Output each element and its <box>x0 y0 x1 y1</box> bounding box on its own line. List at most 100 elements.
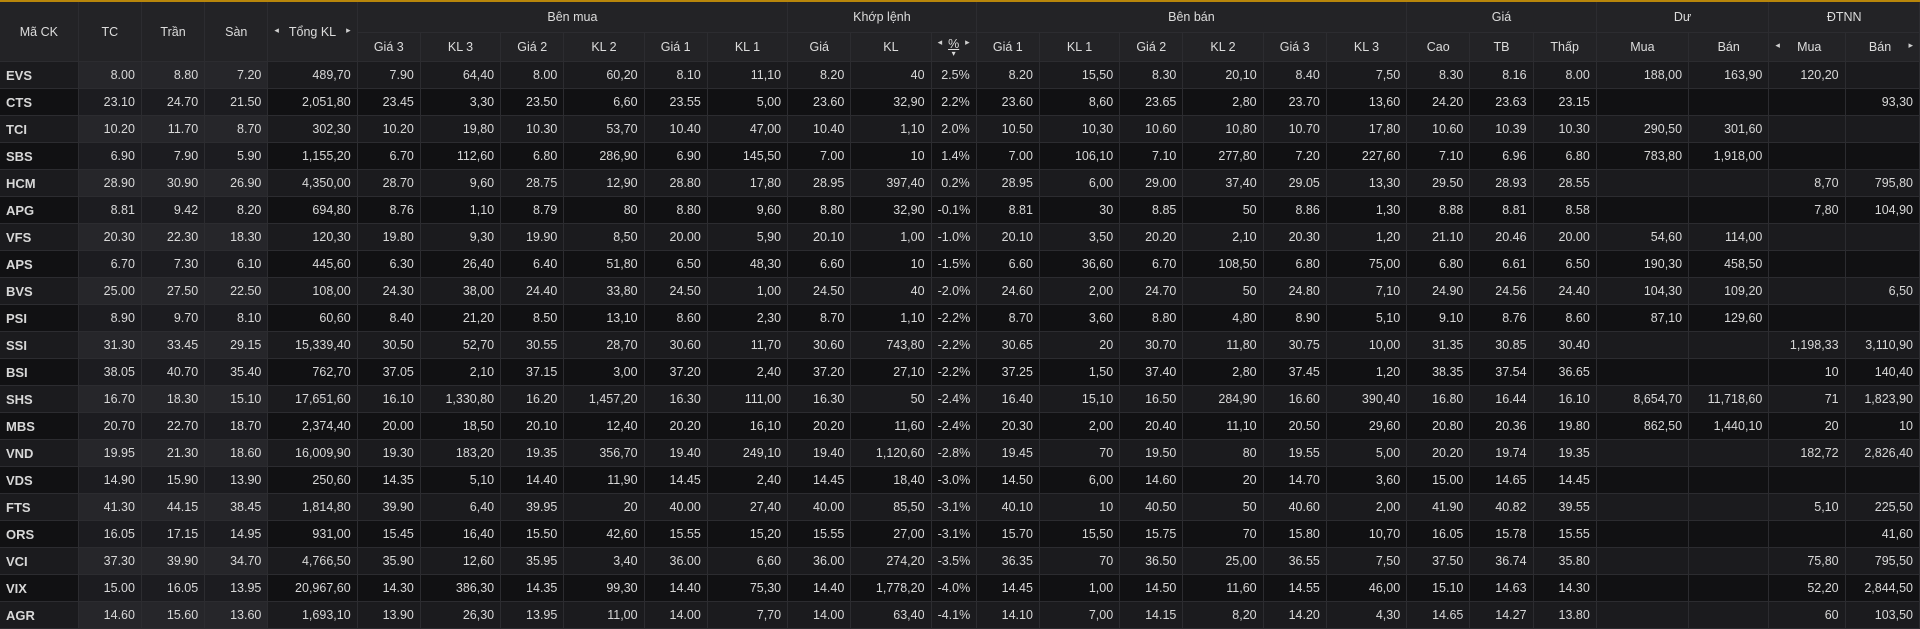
cell-symbol[interactable]: BVS <box>0 277 79 305</box>
cell-high-price: 37.50 <box>1406 547 1471 575</box>
cell-buy-vol-1: 111,00 <box>707 385 789 413</box>
arrow-left-icon[interactable]: ◂ <box>938 37 943 48</box>
cell-symbol[interactable]: EVS <box>0 61 79 89</box>
cell-total-volume: 4,766,50 <box>267 547 358 575</box>
cell-sell-vol-2: 50 <box>1182 277 1264 305</box>
cell-symbol[interactable]: APG <box>0 196 79 224</box>
cell-symbol[interactable]: PSI <box>0 304 79 332</box>
col-sell-vol-3[interactable]: KL 3 <box>1326 32 1408 62</box>
col-buy-vol-1[interactable]: KL 1 <box>707 32 789 62</box>
col-average[interactable]: TB <box>1469 32 1534 62</box>
col-ceil[interactable]: Trần <box>141 0 206 62</box>
table-row[interactable]: VFS 20.30 22.30 18.30 120,30 19.80 9,30 19.90 8,… <box>0 223 1920 251</box>
cell-total-volume: 445,60 <box>267 250 358 278</box>
table-row[interactable]: TCI 10.20 11.70 8.70 302,30 10.20 19,80 10.30 53… <box>0 115 1920 143</box>
table-row[interactable]: PSI 8.90 9.70 8.10 60,60 8.40 21,20 8.50 13,10 8.… <box>0 304 1920 332</box>
arrow-right-icon[interactable]: ▸ <box>346 25 351 36</box>
cell-symbol[interactable]: VND <box>0 439 79 467</box>
col-buy-vol-3[interactable]: KL 3 <box>420 32 502 62</box>
cell-total-volume: 16,009,90 <box>267 439 358 467</box>
cell-symbol[interactable]: CTS <box>0 88 79 116</box>
arrow-left-icon[interactable]: ◂ <box>274 25 279 36</box>
cell-symbol[interactable]: APS <box>0 250 79 278</box>
cell-sell-price-3: 6.80 <box>1263 250 1327 278</box>
col-remain-sell[interactable]: Bán <box>1688 32 1770 62</box>
table-row[interactable]: SBS 6.90 7.90 5.90 1,155,20 6.70 112,60 6.80 286… <box>0 142 1920 170</box>
cell-sell-price-1: 8.20 <box>976 61 1040 89</box>
table-row[interactable]: APG 8.81 9.42 8.20 694,80 8.76 1,10 8.79 80 8.80 9… <box>0 196 1920 224</box>
cell-symbol[interactable]: AGR <box>0 601 79 629</box>
cell-symbol[interactable]: SBS <box>0 142 79 170</box>
col-sell-price-1[interactable]: Giá 1 <box>976 32 1040 62</box>
col-match-pct[interactable]: ◂% ▾ ▸ <box>931 32 977 62</box>
sort-down-icon[interactable]: ▾ <box>948 50 959 58</box>
table-row[interactable]: VND 19.95 21.30 18.60 16,009,90 19.30 183,20 19… <box>0 439 1920 467</box>
cell-symbol[interactable]: VCI <box>0 547 79 575</box>
col-symbol[interactable]: Mã CK <box>0 0 79 62</box>
cell-symbol[interactable]: VDS <box>0 466 79 494</box>
cell-symbol[interactable]: MBS <box>0 412 79 440</box>
cell-symbol[interactable]: HCM <box>0 169 79 197</box>
cell-buy-vol-2: 11,00 <box>563 601 645 629</box>
table-row[interactable]: VDS 14.90 15.90 13.90 250,60 14.35 5,10 14.40 11… <box>0 466 1920 494</box>
cell-symbol[interactable]: SSI <box>0 331 79 359</box>
cell-buy-vol-1: 1,00 <box>707 277 789 305</box>
table-row[interactable]: ORS 16.05 17.15 14.95 931,00 15.45 16,40 15.50 4… <box>0 520 1920 548</box>
col-high[interactable]: Cao <box>1406 32 1471 62</box>
col-buy-vol-2[interactable]: KL 2 <box>563 32 645 62</box>
cell-match-pct: 0.2% <box>931 169 977 197</box>
cell-low-price: 14.30 <box>1533 574 1597 602</box>
cell-average-price: 8.16 <box>1469 61 1534 89</box>
col-sell-vol-1[interactable]: KL 1 <box>1039 32 1121 62</box>
table-row[interactable]: BVS 25.00 27.50 22.50 108,00 24.30 38,00 24.40 3… <box>0 277 1920 305</box>
table-row[interactable]: VCI 37.30 39.90 34.70 4,766,50 35.90 12,60 35.9… <box>0 547 1920 575</box>
col-total-volume[interactable]: ◂ Tổng KL ▸ <box>267 0 358 62</box>
cell-buy-price-3: 24.30 <box>357 277 421 305</box>
cell-symbol[interactable]: ORS <box>0 520 79 548</box>
table-row[interactable]: BSI 38.05 40.70 35.40 762,70 37.05 2,10 37.15 3,… <box>0 358 1920 386</box>
table-row[interactable]: AGR 14.60 15.60 13.60 1,693,10 13.90 26,30 13.9… <box>0 601 1920 629</box>
cell-remain-buy <box>1596 601 1690 629</box>
cell-floor-price: 26.90 <box>204 169 269 197</box>
cell-symbol[interactable]: TCI <box>0 115 79 143</box>
col-buy-price-1[interactable]: Giá 1 <box>644 32 708 62</box>
table-row[interactable]: SSI 31.30 33.45 29.15 15,339,40 30.50 52,70 30.… <box>0 331 1920 359</box>
table-row[interactable]: MBS 20.70 22.70 18.70 2,374,40 20.00 18,50 20.1… <box>0 412 1920 440</box>
col-sell-price-2[interactable]: Giá 2 <box>1119 32 1184 62</box>
col-sell-vol-2[interactable]: KL 2 <box>1182 32 1264 62</box>
cell-sell-vol-2: 108,50 <box>1182 250 1264 278</box>
table-row[interactable]: EVS 8.00 8.80 7.20 489,70 7.90 64,40 8.00 60,20 8… <box>0 61 1920 89</box>
cell-symbol[interactable]: VFS <box>0 223 79 251</box>
col-sell-price-3[interactable]: Giá 3 <box>1263 32 1327 62</box>
cell-symbol[interactable]: VIX <box>0 574 79 602</box>
cell-match-vol: 32,90 <box>850 88 932 116</box>
cell-total-volume: 302,30 <box>267 115 358 143</box>
cell-buy-price-2: 19.90 <box>500 223 565 251</box>
col-floor[interactable]: Sàn <box>204 0 269 62</box>
cell-ref-price: 6.70 <box>78 250 142 278</box>
cell-symbol[interactable]: BSI <box>0 358 79 386</box>
table-row[interactable]: SHS 16.70 18.30 15.10 17,651,60 16.10 1,330,80… <box>0 385 1920 413</box>
cell-symbol[interactable]: SHS <box>0 385 79 413</box>
arrow-left-icon[interactable]: ◂ <box>1775 40 1780 51</box>
col-foreign-buy[interactable]: ◂ Mua <box>1768 32 1846 62</box>
col-ref[interactable]: TC <box>78 0 142 62</box>
col-foreign-sell[interactable]: Bán ▸ <box>1845 32 1920 62</box>
table-row[interactable]: FTS 41.30 44.15 38.45 1,814,80 39.90 6,40 39.95… <box>0 493 1920 521</box>
col-buy-price-3[interactable]: Giá 3 <box>357 32 421 62</box>
table-row[interactable]: CTS 23.10 24.70 21.50 2,051,80 23.45 3,30 23.50… <box>0 88 1920 116</box>
col-low[interactable]: Thấp <box>1533 32 1597 62</box>
cell-sell-price-2: 29.00 <box>1119 169 1184 197</box>
cell-symbol[interactable]: FTS <box>0 493 79 521</box>
table-row[interactable]: VIX 15.00 16.05 13.95 20,967,60 14.30 386,30 14… <box>0 574 1920 602</box>
cell-sell-price-3: 23.70 <box>1263 88 1327 116</box>
col-buy-price-2[interactable]: Giá 2 <box>500 32 565 62</box>
col-remain-buy[interactable]: Mua <box>1596 32 1690 62</box>
arrow-right-icon[interactable]: ▸ <box>965 37 970 48</box>
table-row[interactable]: APS 6.70 7.30 6.10 445,60 6.30 26,40 6.40 51,80 6… <box>0 250 1920 278</box>
col-match-vol[interactable]: KL <box>850 32 932 62</box>
arrow-right-icon[interactable]: ▸ <box>1908 40 1913 51</box>
col-match-price[interactable]: Giá <box>787 32 852 62</box>
cell-buy-price-2: 14.35 <box>500 574 565 602</box>
table-row[interactable]: HCM 28.90 30.90 26.90 4,350,00 28.70 9,60 28.75… <box>0 169 1920 197</box>
